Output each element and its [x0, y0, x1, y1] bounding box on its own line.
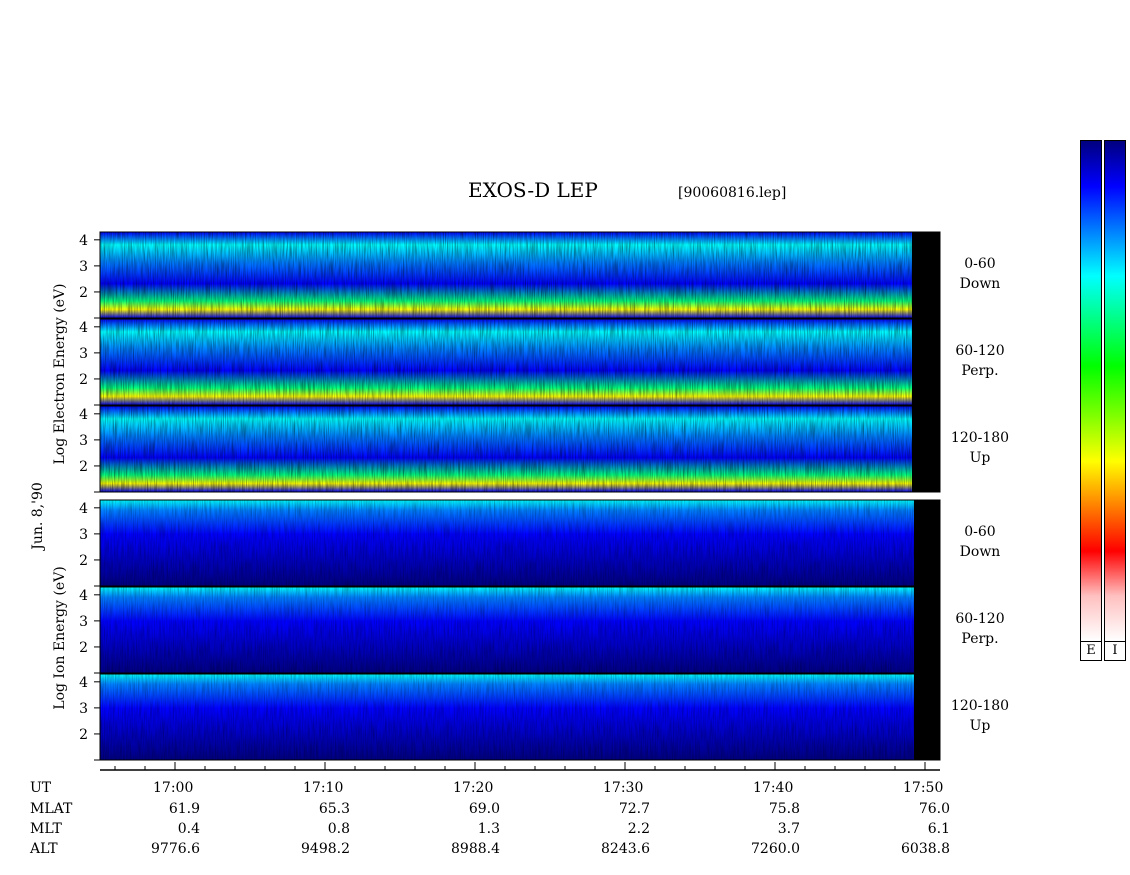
spectrogram-panel-2	[99, 318, 941, 406]
ephemeris-row-label: MLAT	[30, 801, 73, 817]
panel-label-6: 120-180 Up	[945, 696, 1015, 736]
y-tick-label: 4	[79, 320, 88, 336]
spectrogram-panel-6	[99, 673, 941, 761]
ephemeris-value: 75.8	[768, 801, 800, 817]
y-tick-label: 2	[79, 553, 88, 569]
panel-label-3: 120-180 Up	[945, 428, 1015, 468]
x-tick-label: 17:10	[303, 780, 344, 796]
ephemeris-value: 8988.4	[451, 841, 500, 857]
spectrogram-panel-4	[99, 499, 941, 587]
panel-angle-label: 0-60	[964, 524, 996, 540]
panel-angle-label: 0-60	[964, 256, 996, 272]
y-tick-label: 2	[79, 459, 88, 475]
spectrogram-panel-5	[99, 586, 941, 674]
ephemeris-value: 65.3	[318, 801, 350, 817]
y-tick-label: 2	[79, 640, 88, 656]
panel-angle-label: 120-180	[950, 698, 1010, 714]
ephemeris-value: 9498.2	[301, 841, 350, 857]
panel-direction-label: Down	[959, 276, 1001, 292]
ephemeris-row-label: MLT	[30, 821, 62, 837]
ephemeris-value: 76.0	[918, 801, 950, 817]
spectrogram-panel-3	[99, 405, 941, 493]
x-tick-label: 17:00	[153, 780, 194, 796]
panel-direction-label: Up	[969, 450, 991, 466]
ephemeris-value: 72.7	[618, 801, 650, 817]
x-tick-label: 17:40	[753, 780, 794, 796]
ephemeris-value: 1.3	[477, 821, 500, 837]
y-tick-label: 4	[79, 501, 88, 517]
ephemeris-value: 61.9	[168, 801, 200, 817]
spectrogram-panel-1	[99, 231, 941, 319]
y-tick-label: 3	[79, 614, 88, 630]
ephemeris-value: 0.4	[177, 821, 200, 837]
y-tick-label: 3	[79, 346, 88, 362]
ephemeris-value: 69.0	[468, 801, 500, 817]
panel-angle-label: 60-120	[955, 611, 1005, 627]
ephemeris-value: 7260.0	[751, 841, 800, 857]
ephemeris-value: 6.1	[927, 821, 950, 837]
y-tick-label: 2	[79, 285, 88, 301]
y-tick-label: 2	[79, 727, 88, 743]
colorbar-e	[1080, 140, 1102, 642]
y-tick-label: 3	[79, 259, 88, 275]
y-tick-label: 4	[79, 233, 88, 249]
ephemeris-row-label: ALT	[30, 841, 58, 857]
panel-direction-label: Down	[959, 544, 1001, 560]
panel-angle-label: 120-180	[950, 430, 1010, 446]
ephemeris-row-label: UT	[30, 780, 52, 796]
panel-label-2: 60-120 Perp.	[945, 341, 1015, 381]
ephemeris-value: 9776.6	[151, 841, 200, 857]
panel-label-4: 0-60 Down	[945, 522, 1015, 562]
panel-label-5: 60-120 Perp.	[945, 609, 1015, 649]
y-tick-label: 3	[79, 433, 88, 449]
y-tick-label: 2	[79, 372, 88, 388]
x-tick-label: 17:30	[603, 780, 644, 796]
x-tick-label: 17:50	[903, 780, 944, 796]
x-tick-label: 17:20	[453, 780, 494, 796]
y-tick-label: 4	[79, 588, 88, 604]
ephemeris-value: 8243.6	[601, 841, 650, 857]
ephemeris-value: 2.2	[627, 821, 650, 837]
panel-direction-label: Perp.	[961, 631, 999, 647]
colorbar-label: E	[1080, 641, 1102, 661]
panel-direction-label: Perp.	[961, 363, 999, 379]
panel-direction-label: Up	[969, 718, 991, 734]
y-tick-label: 3	[79, 527, 88, 543]
y-tick-label: 4	[79, 407, 88, 423]
panel-angle-label: 60-120	[955, 343, 1005, 359]
y-tick-label: 4	[79, 675, 88, 691]
colorbar-label: I	[1104, 641, 1126, 661]
ephemeris-value: 0.8	[327, 821, 350, 837]
colorbar-i	[1104, 140, 1126, 642]
ephemeris-value: 3.7	[777, 821, 800, 837]
ephemeris-value: 6038.8	[901, 841, 950, 857]
y-tick-label: 3	[79, 701, 88, 717]
panel-label-1: 0-60 Down	[945, 254, 1015, 294]
